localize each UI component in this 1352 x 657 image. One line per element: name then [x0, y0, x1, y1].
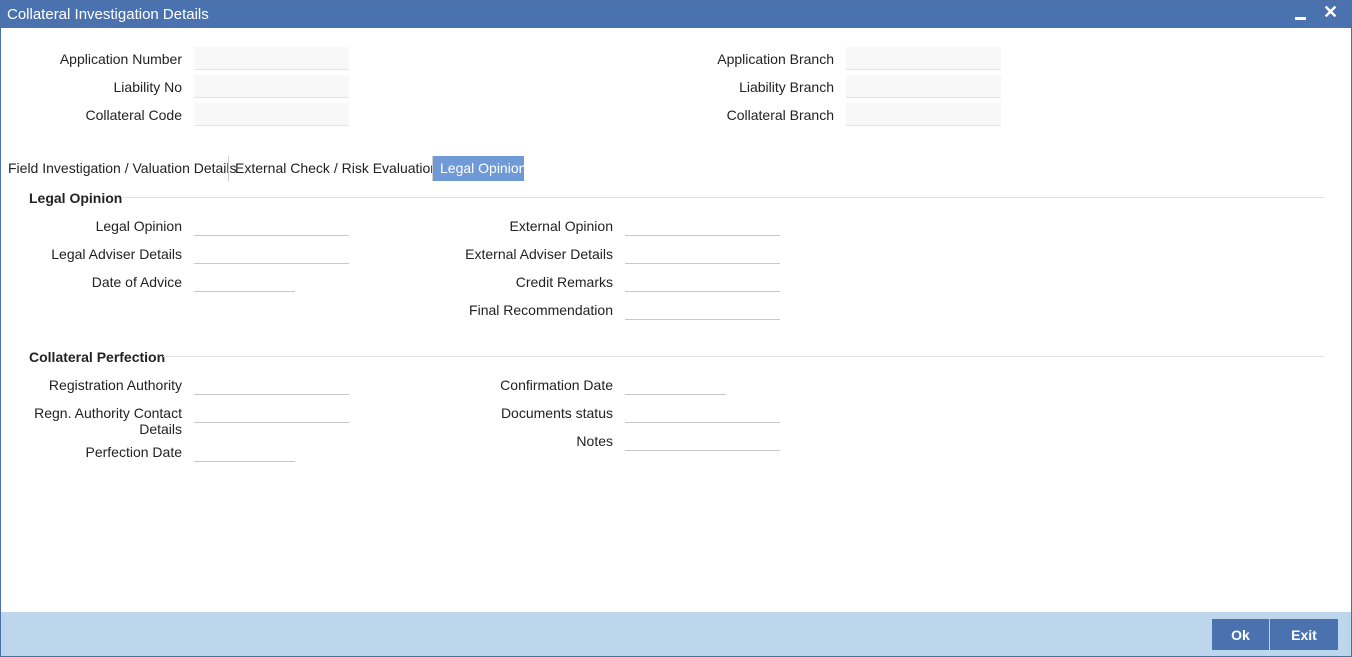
collateral-code-label: Collateral Code	[85, 107, 183, 123]
legal-adviser-details-label: Legal Adviser Details	[51, 246, 182, 262]
perfection-date-label: Perfection Date	[85, 444, 183, 460]
footer-bar: Ok Exit	[1, 612, 1351, 656]
confirmation-date-label: Confirmation Date	[500, 377, 613, 393]
close-icon[interactable]: ✕	[1323, 2, 1338, 23]
notes-field[interactable]	[625, 428, 780, 451]
external-opinion-label: External Opinion	[509, 218, 613, 234]
legal-opinion-field[interactable]	[194, 213, 349, 236]
external-adviser-details-field[interactable]	[625, 241, 780, 264]
collateral-code-field[interactable]	[194, 103, 349, 126]
application-branch-label: Application Branch	[717, 51, 834, 67]
collateral-perfection-section-title: Collateral Perfection	[29, 349, 166, 365]
regn-authority-contact-field[interactable]	[194, 400, 349, 423]
exit-button[interactable]: Exit	[1270, 619, 1338, 650]
liability-branch-field[interactable]	[846, 75, 1001, 98]
minimize-icon[interactable]	[1295, 7, 1306, 20]
section-divider	[121, 197, 1325, 198]
final-recommendation-label: Final Recommendation	[469, 302, 613, 318]
liability-no-label: Liability No	[113, 79, 182, 95]
liability-no-field[interactable]	[194, 75, 349, 98]
regn-authority-contact-label: Regn. Authority Contact	[34, 405, 182, 421]
final-recommendation-field[interactable]	[625, 297, 780, 320]
section-divider	[163, 356, 1325, 357]
collateral-investigation-window: Collateral Investigation Details ✕ Appli…	[0, 0, 1352, 657]
registration-authority-label: Registration Authority	[48, 377, 182, 393]
ok-button[interactable]: Ok	[1212, 619, 1269, 650]
date-of-advice-label: Date of Advice	[91, 274, 182, 290]
external-opinion-field[interactable]	[625, 213, 780, 236]
legal-opinion-section-title: Legal Opinion	[29, 190, 123, 206]
window-title: Collateral Investigation Details	[7, 6, 209, 23]
legal-adviser-details-field[interactable]	[194, 241, 349, 264]
legal-opinion-label: Legal Opinion	[95, 218, 182, 234]
registration-authority-field[interactable]	[194, 372, 349, 395]
external-adviser-details-label: External Adviser Details	[465, 246, 613, 262]
application-branch-field[interactable]	[846, 47, 1001, 70]
tab-external-check[interactable]: External Check / Risk Evaluation	[228, 156, 445, 181]
notes-label: Notes	[576, 433, 613, 449]
application-number-label: Application Number	[59, 51, 182, 67]
liability-branch-label: Liability Branch	[739, 79, 834, 95]
credit-remarks-label: Credit Remarks	[515, 274, 613, 290]
application-number-field[interactable]	[194, 47, 349, 70]
credit-remarks-field[interactable]	[625, 269, 780, 292]
date-of-advice-field[interactable]	[194, 269, 295, 292]
documents-status-label: Documents status	[500, 405, 613, 421]
tab-field-investigation[interactable]: Field Investigation / Valuation Details	[1, 156, 244, 181]
documents-status-field[interactable]	[625, 400, 780, 423]
confirmation-date-field[interactable]	[625, 372, 726, 395]
collateral-branch-label: Collateral Branch	[726, 107, 834, 123]
collateral-branch-field[interactable]	[846, 103, 1001, 126]
tab-legal-opinion[interactable]: Legal Opinion	[433, 156, 526, 181]
title-bar: Collateral Investigation Details ✕	[1, 1, 1351, 28]
perfection-date-field[interactable]	[194, 439, 295, 462]
regn-authority-contact-label-cont: Details	[139, 421, 182, 437]
